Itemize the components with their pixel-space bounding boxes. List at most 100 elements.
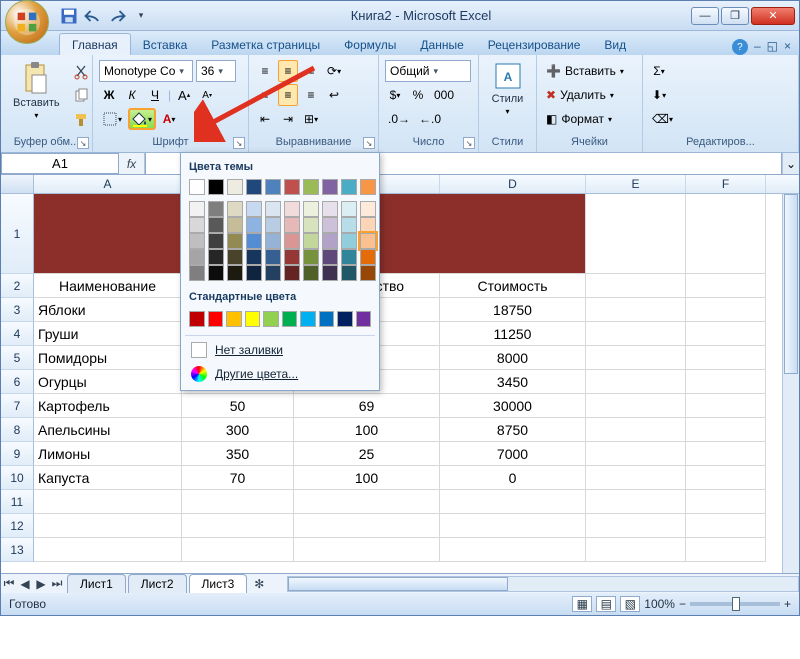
mdi-minimize-icon[interactable]: –	[754, 39, 761, 55]
cell[interactable]	[586, 466, 686, 490]
color-swatch[interactable]	[189, 217, 205, 233]
color-swatch[interactable]	[189, 265, 205, 281]
color-swatch[interactable]	[265, 201, 281, 217]
color-swatch[interactable]	[360, 217, 376, 233]
cell[interactable]	[586, 394, 686, 418]
shrink-font-icon[interactable]: A▾	[197, 84, 217, 106]
cell[interactable]: 11250	[440, 322, 586, 346]
color-swatch[interactable]	[189, 249, 205, 265]
font-launcher-icon[interactable]: ↘	[233, 137, 245, 149]
orientation-icon[interactable]: ⟳▾	[324, 60, 344, 82]
alignment-launcher-icon[interactable]: ↘	[363, 137, 375, 149]
row-header[interactable]: 6	[1, 370, 34, 394]
horizontal-scrollbar[interactable]	[287, 576, 799, 592]
cell[interactable]: Апельсины	[34, 418, 182, 442]
color-swatch[interactable]	[322, 217, 338, 233]
color-swatch[interactable]	[189, 179, 205, 195]
qat-dropdown-icon[interactable]: ▾	[131, 6, 151, 26]
color-swatch[interactable]	[303, 217, 319, 233]
cell-styles-button[interactable]: A Стили▾	[485, 59, 530, 134]
row-header[interactable]: 2	[1, 274, 34, 298]
cell[interactable]	[686, 394, 766, 418]
cell[interactable]	[686, 418, 766, 442]
cell[interactable]: 70	[182, 466, 294, 490]
zoom-slider[interactable]	[690, 602, 780, 606]
color-swatch[interactable]	[245, 311, 261, 327]
color-swatch[interactable]	[284, 249, 300, 265]
color-swatch[interactable]	[303, 233, 319, 249]
color-swatch[interactable]	[322, 233, 338, 249]
cell[interactable]: 100	[294, 418, 440, 442]
align-center-icon[interactable]: ≡	[278, 84, 298, 106]
color-swatch[interactable]	[263, 311, 279, 327]
fill-color-button[interactable]: ▾	[128, 108, 156, 130]
cell[interactable]: 300	[182, 418, 294, 442]
sheet-nav-last-icon[interactable]: ⏭	[49, 576, 65, 591]
color-swatch[interactable]	[189, 311, 205, 327]
color-swatch[interactable]	[300, 311, 316, 327]
color-swatch[interactable]	[208, 217, 224, 233]
tab-data[interactable]: Данные	[408, 34, 475, 55]
cell[interactable]	[686, 322, 766, 346]
cell[interactable]	[686, 466, 766, 490]
copy-icon[interactable]	[70, 85, 92, 107]
color-swatch[interactable]	[227, 249, 243, 265]
cell[interactable]	[686, 194, 766, 274]
color-swatch[interactable]	[360, 179, 376, 195]
minimize-button[interactable]: —	[691, 7, 719, 25]
cell[interactable]: Яблоки	[34, 298, 182, 322]
cell[interactable]: Стоимость	[440, 274, 586, 298]
color-swatch[interactable]	[246, 201, 262, 217]
italic-button[interactable]: К	[122, 84, 142, 106]
sheet-tab[interactable]: Лист2	[128, 574, 187, 593]
cell[interactable]: 30000	[440, 394, 586, 418]
color-swatch[interactable]	[322, 265, 338, 281]
cell[interactable]: 8000	[440, 346, 586, 370]
align-left-icon[interactable]: ≡	[255, 84, 275, 106]
mdi-close-icon[interactable]: ×	[784, 39, 791, 55]
maximize-button[interactable]: ❐	[721, 7, 749, 25]
sheet-nav-next-icon[interactable]: ▶	[33, 577, 49, 591]
tab-home[interactable]: Главная	[59, 33, 131, 55]
delete-cells-button[interactable]: ✖Удалить▾	[543, 84, 633, 106]
font-size-combo[interactable]: 36▾	[196, 60, 236, 82]
office-button[interactable]	[5, 0, 49, 44]
sheet-nav-first-icon[interactable]: ⏮	[1, 576, 17, 591]
cell[interactable]: Помидоры	[34, 346, 182, 370]
color-swatch[interactable]	[265, 265, 281, 281]
clear-icon[interactable]: ⌫▾	[649, 108, 676, 130]
color-swatch[interactable]	[265, 249, 281, 265]
cell[interactable]	[686, 370, 766, 394]
color-swatch[interactable]	[208, 265, 224, 281]
color-swatch[interactable]	[322, 249, 338, 265]
select-all-corner[interactable]	[1, 175, 34, 193]
color-swatch[interactable]	[246, 249, 262, 265]
row-header[interactable]: 13	[1, 538, 34, 562]
color-swatch[interactable]	[303, 179, 319, 195]
color-swatch[interactable]	[319, 311, 335, 327]
sheet-nav-prev-icon[interactable]: ◀	[17, 577, 33, 591]
no-fill-item[interactable]: Нет заливки	[185, 338, 375, 362]
color-swatch[interactable]	[360, 233, 376, 249]
color-swatch[interactable]	[360, 265, 376, 281]
borders-button[interactable]: ▾	[99, 108, 125, 130]
cell[interactable]: Капуста	[34, 466, 182, 490]
font-name-combo[interactable]: Monotype Co▾	[99, 60, 193, 82]
row-header[interactable]: 10	[1, 466, 34, 490]
grow-font-icon[interactable]: A▴	[174, 84, 194, 106]
color-swatch[interactable]	[337, 311, 353, 327]
save-icon[interactable]	[59, 6, 79, 26]
cell[interactable]: Картофель	[34, 394, 182, 418]
color-swatch[interactable]	[356, 311, 372, 327]
view-pagebreak-icon[interactable]: ▧	[620, 596, 640, 612]
color-swatch[interactable]	[227, 217, 243, 233]
row-header[interactable]: 11	[1, 490, 34, 514]
color-swatch[interactable]	[303, 249, 319, 265]
help-icon[interactable]: ?	[732, 39, 748, 55]
clipboard-launcher-icon[interactable]: ↘	[77, 137, 89, 149]
color-swatch[interactable]	[341, 217, 357, 233]
cell[interactable]: 25	[294, 442, 440, 466]
redo-icon[interactable]	[107, 6, 127, 26]
color-swatch[interactable]	[208, 249, 224, 265]
autosum-icon[interactable]: Σ▾	[649, 60, 669, 82]
